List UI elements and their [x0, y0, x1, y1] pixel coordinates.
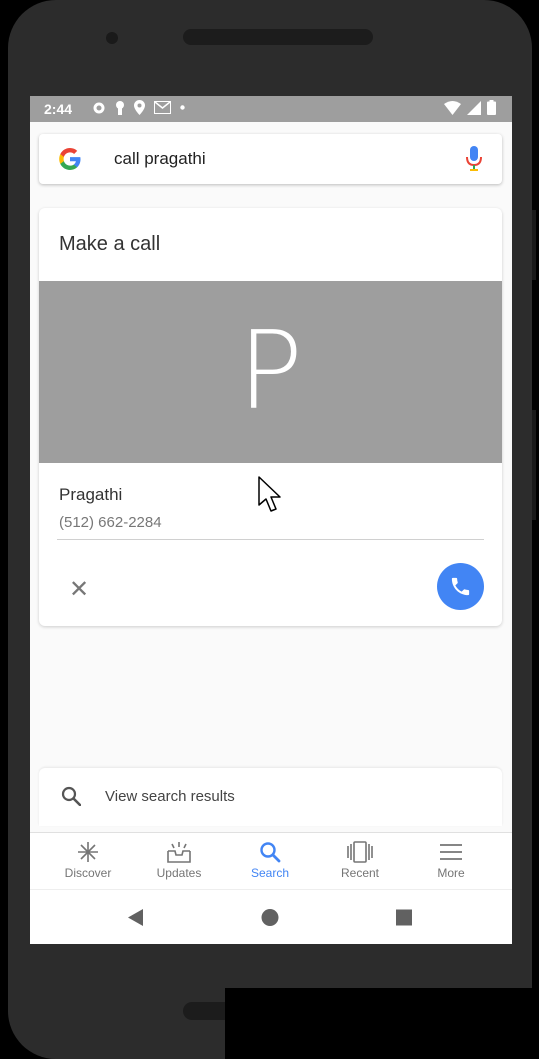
status-time: 2:44 [44, 101, 73, 117]
asterisk-icon [78, 842, 98, 862]
phone-icon [451, 577, 470, 596]
contact-avatar-banner: P [39, 281, 502, 463]
microphone-icon[interactable] [466, 146, 482, 172]
black-overlay [225, 988, 539, 1059]
menu-icon [440, 844, 462, 860]
gmail-icon [154, 101, 171, 114]
mouse-pointer-icon [258, 476, 281, 512]
google-logo-icon [59, 148, 81, 170]
view-search-results-row[interactable]: View search results [39, 768, 502, 826]
nav-recent[interactable]: Recent [315, 833, 405, 889]
battery-icon [487, 100, 496, 115]
divider [57, 539, 484, 540]
cards-icon [347, 841, 373, 863]
nav-more[interactable]: More [406, 833, 496, 889]
phone-screen: 2:44 call pragathi Make a call P Pragath… [30, 96, 512, 944]
status-bar: 2:44 [30, 96, 512, 122]
nav-label: Recent [340, 866, 380, 880]
volume-button [532, 210, 536, 280]
contact-name[interactable]: Pragathi [59, 485, 122, 505]
nav-label: More [437, 866, 465, 880]
system-navigation-bar [30, 889, 512, 944]
view-search-results-label: View search results [105, 788, 235, 805]
inbox-icon [167, 842, 191, 863]
dismiss-close-icon[interactable]: ✕ [69, 575, 89, 604]
nav-search[interactable]: Search [225, 833, 315, 889]
back-icon[interactable] [126, 890, 146, 944]
nav-label: Discover [64, 866, 112, 880]
nav-label: Updates [156, 866, 202, 880]
search-icon [61, 786, 81, 806]
wifi-icon [444, 100, 461, 115]
nav-updates[interactable]: Updates [134, 833, 224, 889]
contact-initial: P [237, 309, 304, 434]
search-bar[interactable]: call pragathi [39, 134, 502, 184]
make-call-card: Make a call P Pragathi (512) 662-2284 ✕ [39, 208, 502, 626]
overview-icon[interactable] [394, 890, 414, 944]
keyhole-icon [116, 101, 124, 115]
search-query-text[interactable]: call pragathi [114, 149, 206, 169]
nav-discover[interactable]: Discover [43, 833, 133, 889]
signal-icon [467, 100, 481, 115]
earpiece-speaker [183, 29, 373, 45]
home-icon[interactable] [260, 890, 280, 944]
search-icon [260, 842, 281, 863]
bottom-navigation: Discover Updates Search Recent More [30, 832, 512, 889]
contact-phone-number[interactable]: (512) 662-2284 [59, 514, 162, 531]
call-button[interactable] [437, 563, 484, 610]
power-button [532, 410, 536, 520]
front-camera [106, 32, 118, 44]
notification-dot-icon [180, 105, 185, 110]
card-title: Make a call [59, 233, 161, 255]
location-icon [134, 100, 145, 115]
settings-icon [93, 102, 105, 113]
nav-label: Search [250, 866, 290, 880]
